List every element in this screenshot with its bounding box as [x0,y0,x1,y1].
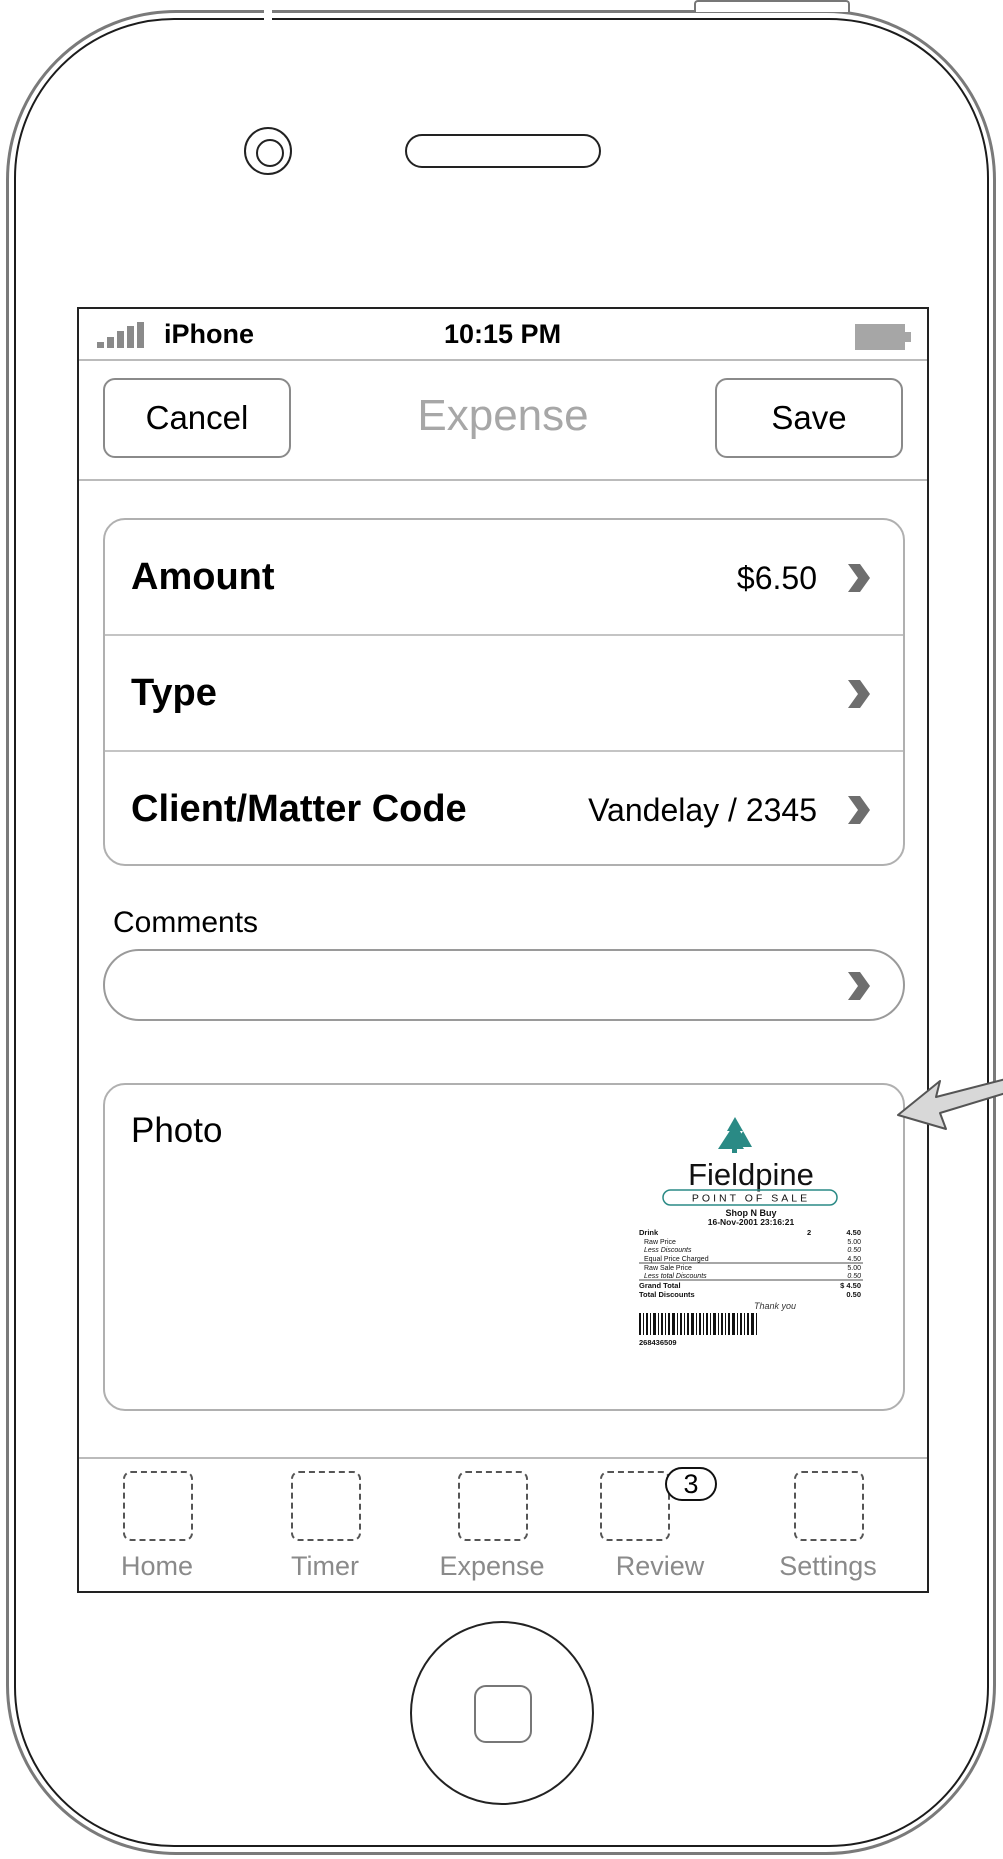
receipt-item-name: Drink [639,1228,659,1237]
amount-row[interactable]: Amount $6.50 [105,520,903,636]
tab-review[interactable]: 3 Review [585,1467,735,1589]
chevron-right-icon [848,564,870,592]
receipt-line-label: Less total Discounts [644,1273,707,1280]
amount-value: $6.50 [736,560,817,596]
annotation-arrow-icon [897,1078,1003,1130]
status-bar: iPhone 10:15 PM [79,309,927,361]
tab-timer[interactable]: Timer [250,1469,400,1589]
home-button[interactable] [410,1621,594,1805]
receipt-line-label: Equal Price Charged [644,1256,709,1263]
receipt-brand: Fieldpine [688,1157,814,1192]
frame-gap [264,0,272,22]
receipt-thanks: Thank you [754,1301,796,1311]
row-label: Amount [131,556,275,598]
tab-label: Home [120,1551,194,1581]
tab-label: Review [615,1551,705,1581]
receipt-line-label: Raw Sale Price [644,1265,692,1272]
screen: iPhone 10:15 PM Cancel Expense Save Amou… [77,307,929,1593]
tab-label: Expense [439,1551,545,1581]
timer-tab-icon [291,1471,361,1541]
receipt-total-discounts-label: Total Discounts [639,1290,695,1299]
comments-field[interactable] [103,949,905,1021]
save-button[interactable]: Save [715,378,903,458]
row-label: Client/Matter Code [131,788,467,830]
frame-gap [995,1716,1003,1742]
navigation-bar: Cancel Expense Save [79,361,927,481]
receipt-line-label: Raw Price [644,1239,676,1246]
review-tab-icon [600,1471,670,1541]
tab-home[interactable]: Home [82,1469,232,1589]
receipt-line-value: 0.50 [847,1273,861,1280]
comments-label: Comments [113,906,259,939]
receipt-grand-total-value: $ 4.50 [840,1281,861,1290]
tree-logo-icon [718,1117,752,1153]
status-time: 10:15 PM [444,319,562,349]
receipt-photo[interactable]: Fieldpine POINT OF SALE Shop N Buy 16-No… [635,1115,867,1375]
carrier-name: iPhone [164,319,255,349]
receipt-item-total: 4.50 [846,1228,861,1237]
home-tab-icon [123,1471,193,1541]
tab-expense[interactable]: Expense [417,1469,567,1589]
power-button [694,0,850,12]
home-square-icon [474,1685,532,1743]
receipt-line-value: 0.50 [847,1247,861,1254]
type-row[interactable]: Type [105,636,903,752]
row-label: Type [131,672,217,714]
signal-strength-icon [97,322,144,348]
front-camera [244,127,292,175]
receipt-grand-total-label: Grand Total [639,1281,681,1290]
tab-bar: Home Timer Expense 3 Review Settings [79,1457,927,1591]
barcode-icon [639,1313,757,1335]
earpiece-speaker [405,134,601,168]
photo-label: Photo [131,1111,223,1150]
receipt-line-label: Less Discounts [644,1247,692,1254]
receipt-line-value: 5.00 [847,1265,861,1272]
receipt-total-discounts-value: 0.50 [846,1290,861,1299]
client-matter-value: Vandelay / 2345 [588,792,817,828]
frame-gap [0,1716,8,1742]
review-badge: 3 [665,1467,717,1501]
expense-details-list: Amount $6.50 Type Client/Matter Code Van… [103,518,905,866]
chevron-right-icon [848,680,870,708]
client-matter-row[interactable]: Client/Matter Code Vandelay / 2345 [105,752,903,868]
receipt-line-value: 5.00 [847,1239,861,1246]
receipt-barcode-number: 268436509 [639,1338,677,1347]
tab-label: Settings [779,1551,877,1581]
chevron-right-icon [848,972,870,1000]
tab-label: Timer [291,1551,359,1581]
receipt-tagline: POINT OF SALE [692,1193,810,1205]
photo-panel[interactable]: Photo Fieldpine POINT OF SALE Shop N Buy… [103,1083,905,1411]
chevron-right-icon [848,796,870,824]
receipt-line-value: 4.50 [847,1256,861,1263]
receipt-datetime: 16-Nov-2001 23:16:21 [708,1217,795,1227]
tab-settings[interactable]: Settings [753,1469,903,1589]
battery-icon [855,324,911,350]
settings-tab-icon [794,1471,864,1541]
receipt-item-qty: 2 [807,1228,811,1237]
expense-tab-icon [458,1471,528,1541]
